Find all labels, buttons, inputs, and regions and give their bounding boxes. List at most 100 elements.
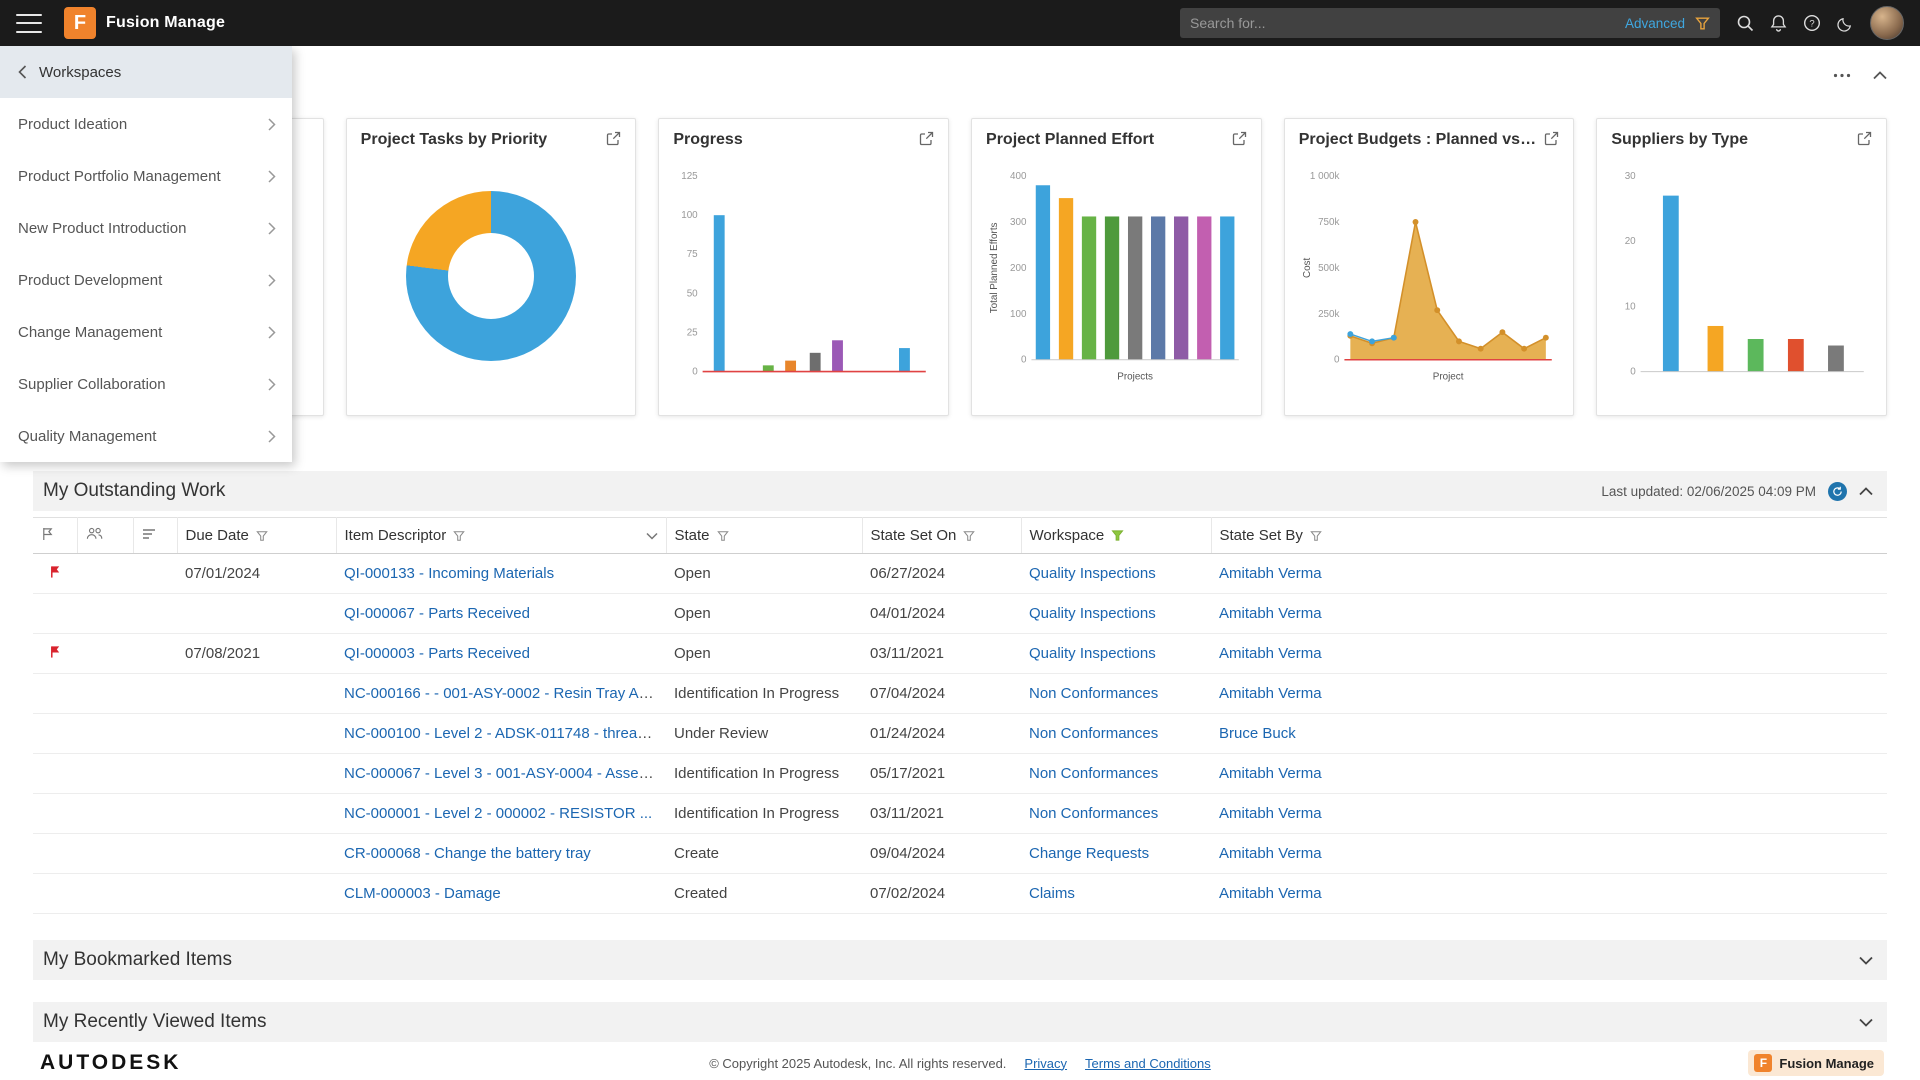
menu-item-label: Supplier Collaboration (18, 376, 166, 393)
table-row[interactable]: NC-000166 - - 001-ASY-0002 - Resin Tray … (33, 674, 1887, 714)
user-link[interactable]: Amitabh Verma (1219, 605, 1322, 622)
terms-link[interactable]: Terms and Conditions (1085, 1056, 1211, 1071)
more-options-icon[interactable] (1833, 73, 1851, 78)
workspace-link[interactable]: Non Conformances (1029, 725, 1158, 742)
donut-chart (406, 191, 576, 361)
workspace-link[interactable]: Non Conformances (1029, 685, 1158, 702)
bar-chart: 3020100 (1611, 149, 1872, 403)
hamburger-menu-button[interactable] (16, 14, 42, 33)
menu-item[interactable]: Supplier Collaboration (0, 358, 292, 410)
chevron-right-icon (268, 274, 276, 287)
user-link[interactable]: Amitabh Verma (1219, 565, 1322, 582)
filter-funnel-icon[interactable] (717, 530, 729, 542)
table-row[interactable]: 07/01/2024 QI-000133 - Incoming Material… (33, 554, 1887, 594)
table-row[interactable]: NC-000100 - Level 2 - ADSK-011748 - thre… (33, 714, 1887, 754)
column-state-set-on[interactable]: State Set On (862, 518, 1021, 554)
cell-due-date (177, 674, 336, 714)
column-state[interactable]: State (666, 518, 862, 554)
filter-funnel-icon[interactable] (963, 530, 975, 542)
user-link[interactable]: Amitabh Verma (1219, 765, 1322, 782)
column-assignees[interactable] (77, 518, 133, 554)
collapse-dashboards-icon[interactable] (1873, 71, 1887, 80)
table-row[interactable]: QI-000067 - Parts Received Open 04/01/20… (33, 594, 1887, 634)
user-link[interactable]: Amitabh Verma (1219, 645, 1322, 662)
workspace-link[interactable]: Quality Inspections (1029, 565, 1156, 582)
chevron-down-icon[interactable] (646, 532, 658, 540)
item-link[interactable]: NC-000001 - Level 2 - 000002 - RESISTOR … (344, 805, 652, 822)
red-flag-icon[interactable] (49, 645, 62, 659)
table-row[interactable]: CLM-000003 - Damage Created 07/02/2024 C… (33, 874, 1887, 914)
item-link[interactable]: NC-000067 - Level 3 - 001-ASY-0004 - Ass… (344, 765, 664, 782)
expand-section-icon[interactable] (1859, 1018, 1873, 1027)
user-link[interactable]: Amitabh Verma (1219, 685, 1322, 702)
user-link[interactable]: Amitabh Verma (1219, 845, 1322, 862)
people-icon (86, 527, 103, 540)
advanced-search-link[interactable]: Advanced (1625, 16, 1685, 31)
cell-state: Created (666, 874, 862, 914)
menu-item[interactable]: Product Ideation (0, 98, 292, 150)
filter-funnel-icon[interactable] (1310, 530, 1322, 542)
menu-item[interactable]: Change Management (0, 306, 292, 358)
column-flag[interactable] (33, 518, 77, 554)
menu-back-item[interactable]: Workspaces (0, 46, 292, 98)
user-avatar[interactable] (1870, 6, 1904, 40)
open-in-new-icon[interactable] (1544, 131, 1559, 146)
active-filter-funnel-icon[interactable] (1111, 529, 1124, 542)
menu-item[interactable]: Quality Management (0, 410, 292, 462)
notifications-button[interactable] (1770, 14, 1787, 32)
help-button[interactable]: ? (1803, 14, 1821, 32)
search-button[interactable] (1736, 14, 1754, 32)
dark-mode-toggle[interactable] (1837, 15, 1854, 32)
open-in-new-icon[interactable] (919, 131, 934, 146)
work-table-body: 07/01/2024 QI-000133 - Incoming Material… (33, 554, 1887, 914)
collapse-section-icon[interactable] (1859, 487, 1873, 496)
user-link[interactable]: Bruce Buck (1219, 725, 1296, 742)
column-description[interactable] (133, 518, 177, 554)
filter-funnel-icon[interactable] (1695, 16, 1710, 31)
expand-section-icon[interactable] (1859, 956, 1873, 965)
table-row[interactable]: NC-000067 - Level 3 - 001-ASY-0004 - Ass… (33, 754, 1887, 794)
column-item-descriptor[interactable]: Item Descriptor (336, 518, 666, 554)
workspace-link[interactable]: Non Conformances (1029, 805, 1158, 822)
workspace-link[interactable]: Quality Inspections (1029, 645, 1156, 662)
privacy-link[interactable]: Privacy (1024, 1056, 1067, 1071)
workspace-link[interactable]: Quality Inspections (1029, 605, 1156, 622)
svg-text:0: 0 (1334, 355, 1340, 366)
user-link[interactable]: Amitabh Verma (1219, 805, 1322, 822)
item-link[interactable]: CR-000068 - Change the battery tray (344, 845, 591, 862)
cell-state-set-on: 03/11/2021 (862, 794, 1021, 834)
item-link[interactable]: QI-000003 - Parts Received (344, 645, 530, 662)
user-link[interactable]: Amitabh Verma (1219, 885, 1322, 902)
cell-state-set-on: 05/17/2021 (862, 754, 1021, 794)
table-row[interactable]: NC-000001 - Level 2 - 000002 - RESISTOR … (33, 794, 1887, 834)
refresh-icon[interactable] (1828, 482, 1847, 501)
filter-funnel-icon[interactable] (256, 530, 268, 542)
open-in-new-icon[interactable] (606, 131, 621, 146)
search-input[interactable] (1190, 15, 1615, 31)
filter-funnel-icon[interactable] (453, 530, 465, 542)
svg-text:500k: 500k (1318, 263, 1339, 274)
menu-item[interactable]: Product Development (0, 254, 292, 306)
item-link[interactable]: QI-000133 - Incoming Materials (344, 565, 554, 582)
cell-state: Identification In Progress (666, 794, 862, 834)
fusion-manage-badge-label: Fusion Manage (1779, 1056, 1874, 1071)
workspace-link[interactable]: Change Requests (1029, 845, 1149, 862)
column-state-set-by[interactable]: State Set By (1211, 518, 1887, 554)
item-link[interactable]: CLM-000003 - Damage (344, 885, 501, 902)
workspace-link[interactable]: Claims (1029, 885, 1075, 902)
item-link[interactable]: NC-000166 - - 001-ASY-0002 - Resin Tray … (344, 685, 666, 702)
column-workspace[interactable]: Workspace (1021, 518, 1211, 554)
item-link[interactable]: NC-000100 - Level 2 - ADSK-011748 - thre… (344, 725, 666, 742)
item-link[interactable]: QI-000067 - Parts Received (344, 605, 530, 622)
table-row[interactable]: CR-000068 - Change the battery tray Crea… (33, 834, 1887, 874)
menu-item[interactable]: New Product Introduction (0, 202, 292, 254)
cell-state-set-by: Amitabh Verma (1211, 554, 1887, 594)
menu-item[interactable]: Product Portfolio Management (0, 150, 292, 202)
open-in-new-icon[interactable] (1857, 131, 1872, 146)
column-due-date[interactable]: Due Date (177, 518, 336, 554)
red-flag-icon[interactable] (49, 565, 62, 579)
workspace-link[interactable]: Non Conformances (1029, 765, 1158, 782)
open-in-new-icon[interactable] (1232, 131, 1247, 146)
svg-text:Projects: Projects (1117, 372, 1153, 383)
table-row[interactable]: 07/08/2021 QI-000003 - Parts Received Op… (33, 634, 1887, 674)
